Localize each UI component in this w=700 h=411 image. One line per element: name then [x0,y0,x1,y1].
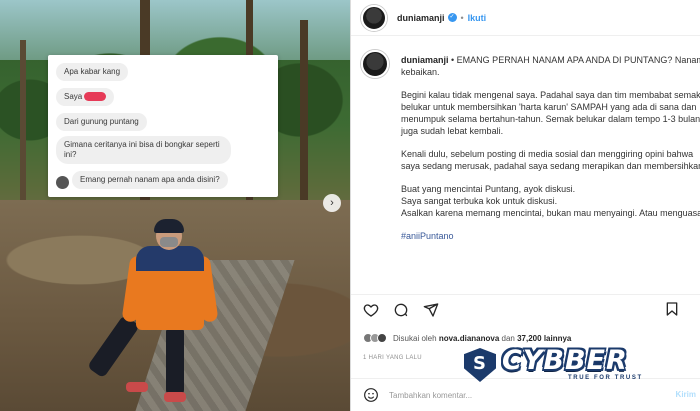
likes-prefix: Disukai oleh [393,333,437,343]
chat-bubble: Gimana ceritanya ini bisa di bongkar sep… [56,136,231,164]
liker-username[interactable]: nova.diananova [439,334,499,343]
chat-bubble: Saya [56,88,115,106]
post-timestamp: 1 HARI YANG LALU [363,355,422,361]
post-comment-button[interactable]: Kirim [676,390,696,399]
caption-username[interactable]: duniamanji [401,55,449,65]
verified-badge-icon: ✓ [447,13,457,22]
hashtag-link[interactable]: #aniiPuntano [401,230,700,242]
caption-paragraph: Kenali dulu, sebelum posting di media so… [401,149,700,171]
chat-avatar [56,176,69,189]
caption-paragraph: Buat yang mencintai Puntang, ayok diskus… [401,184,700,218]
heart-icon[interactable] [363,302,379,318]
liker-avatar [377,333,387,343]
follow-button[interactable]: Ikuti [468,13,487,23]
separator-dot: • [460,12,464,23]
chat-bubble: Emang pernah nanam apa anda disini? [72,171,228,189]
tree-trunk [20,40,26,220]
caption-paragraph: Begini kalau tidak mengenal saya. Padaha… [401,90,700,136]
caption-avatar[interactable] [361,50,389,78]
comment-icon[interactable] [393,302,409,318]
logo-wordmark: CYBBER [502,345,628,376]
logo-monogram: S [473,353,486,374]
chat-bubble: Apa kabar kang [56,63,129,81]
likes-summary: Disukai oleh nova.diananova dan 37,200 l… [363,333,571,343]
emoji-icon[interactable] [363,387,379,403]
share-icon[interactable] [423,302,439,318]
likes-count[interactable]: 37,200 [517,334,541,343]
likes-conjunction: dan [501,333,515,343]
likes-suffix[interactable]: lainnya [544,334,572,343]
watermark-logo: S CYBBER TRUE FOR TRUST [464,345,664,385]
header-username[interactable]: duniamanji [397,13,445,23]
bookmark-icon[interactable] [664,301,680,317]
post-header: duniamanji ✓ • Ikuti [351,0,700,36]
chat-screenshot-overlay: Apa kabar kang Saya Dari gunung puntang … [48,55,278,197]
post-photo: Apa kabar kang Saya Dari gunung puntang … [0,0,350,411]
chat-bubble: Dari gunung puntang [56,113,147,131]
avatar[interactable] [361,4,387,31]
person [86,219,220,411]
comment-input[interactable]: Tambahkan komentar... [389,391,472,400]
logo-tagline: TRUE FOR TRUST [568,375,643,381]
chevron-right-icon[interactable]: › [323,194,341,212]
redaction-mark [84,92,107,102]
action-bar [351,294,700,324]
